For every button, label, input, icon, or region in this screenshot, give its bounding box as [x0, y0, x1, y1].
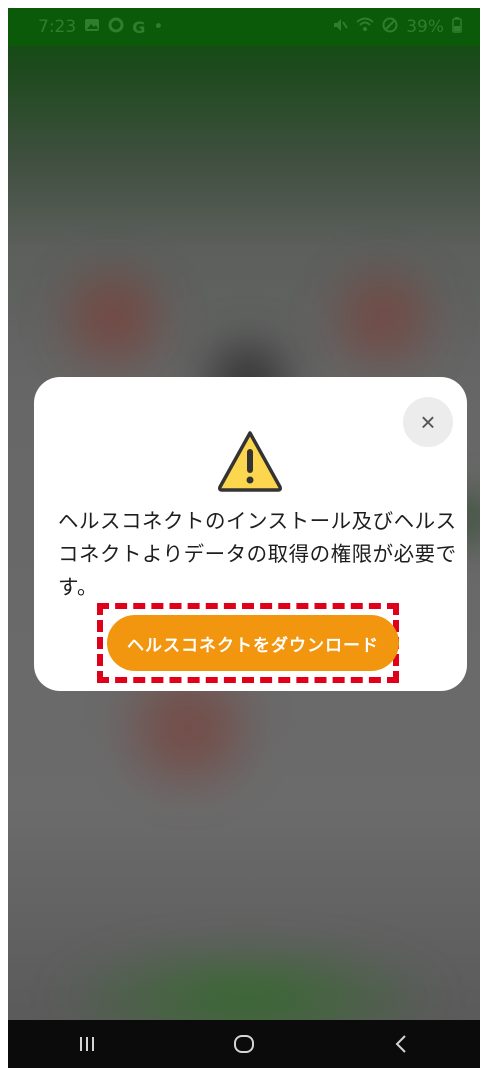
status-bar-left: 7:23 G •	[38, 17, 163, 37]
permission-dialog: × ヘルスコネクトのインストール及びヘルスコネクトよりデータの取得の権限が必要で…	[34, 377, 467, 691]
recent-apps-button[interactable]	[57, 1020, 117, 1068]
wifi-icon	[356, 17, 374, 38]
dot-icon: •	[153, 17, 164, 37]
home-button[interactable]	[214, 1020, 274, 1068]
background-blur	[38, 258, 188, 378]
status-bar: 7:23 G • 39%	[8, 8, 480, 46]
back-button[interactable]	[371, 1020, 431, 1068]
status-bar-right: 39%	[332, 16, 462, 38]
home-icon	[233, 1035, 254, 1053]
mute-icon	[332, 17, 349, 38]
battery-icon	[452, 16, 462, 38]
navigation-bar	[8, 1020, 480, 1068]
gallery-icon	[84, 17, 100, 37]
download-health-connect-button[interactable]: ヘルスコネクトをダウンロード	[107, 615, 399, 671]
do-not-disturb-icon	[382, 17, 398, 38]
warning-icon	[216, 429, 284, 493]
battery-percent: 39%	[406, 17, 444, 37]
status-time: 7:23	[38, 17, 77, 37]
close-icon: ×	[420, 406, 436, 437]
phone-screen: 7:23 G • 39% × ヘルスコネクトのインストール及びヘルスコネクトより…	[8, 8, 480, 1068]
google-icon: G	[132, 17, 146, 37]
recent-apps-icon	[79, 1037, 94, 1051]
dialog-message: ヘルスコネクトのインストール及びヘルスコネクトよりデータの取得の権限が必要です。	[58, 509, 457, 599]
sync-icon	[108, 17, 124, 37]
close-button[interactable]: ×	[403, 397, 453, 447]
back-icon	[395, 1035, 407, 1053]
background-blur	[308, 258, 458, 378]
